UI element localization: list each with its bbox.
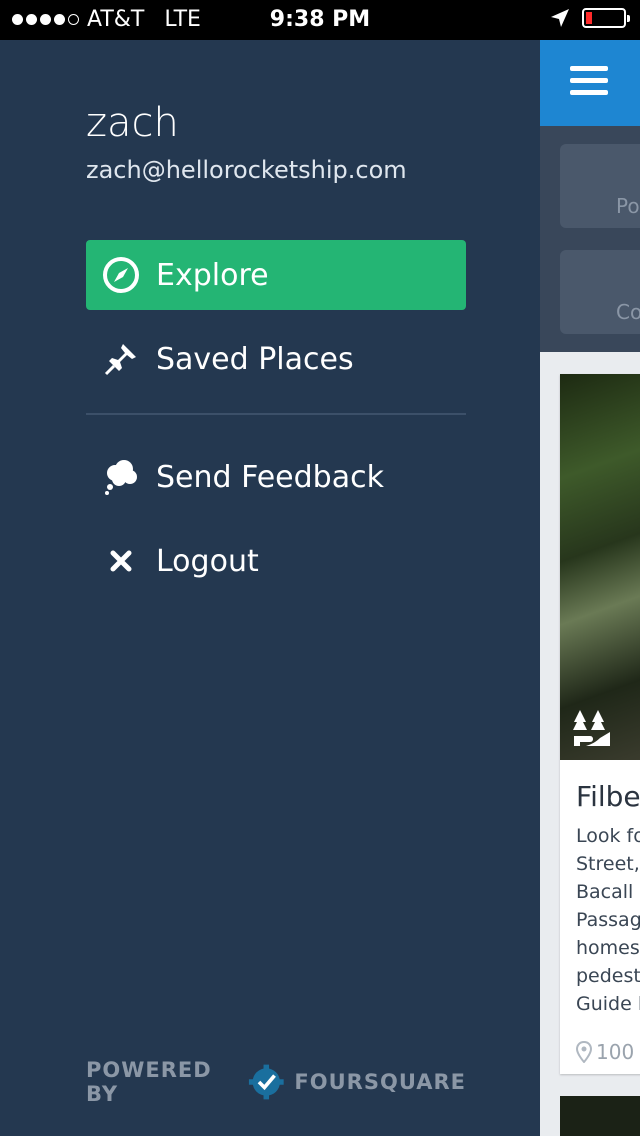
- menu-item-label: Logout: [156, 543, 259, 579]
- location-pin-icon: [576, 1041, 592, 1063]
- distance-value: 100: [596, 1040, 635, 1064]
- place-distance: 100: [576, 1040, 634, 1064]
- powered-by-foursquare[interactable]: POWERED BY FOURSQUARE: [86, 1058, 466, 1106]
- filter-button-label: Co: [616, 300, 640, 324]
- thought-bubble-icon: [105, 460, 137, 495]
- filter-button[interactable]: Co: [560, 250, 640, 334]
- park-icon: [573, 710, 610, 746]
- battery-icon: [582, 8, 630, 28]
- menu-item-saved-places[interactable]: Saved Places: [86, 324, 466, 394]
- menu-item-label: Explore: [156, 257, 269, 293]
- place-description: Look fo Street, Bacall i Passag homes pe…: [576, 825, 640, 1015]
- compass-icon: [103, 257, 139, 293]
- place-photo: [560, 374, 640, 760]
- menu-item-explore[interactable]: Explore: [86, 240, 466, 310]
- top-bar: [540, 40, 640, 126]
- status-bar: AT&T LTE 9:38 PM: [0, 0, 640, 40]
- place-card[interactable]: [560, 1096, 640, 1136]
- menu-item-label: Saved Places: [156, 341, 354, 377]
- status-time: 9:38 PM: [269, 7, 371, 32]
- menu-item-logout[interactable]: Logout: [86, 526, 466, 596]
- menu-item-send-feedback[interactable]: Send Feedback: [86, 442, 466, 512]
- menu-divider: [86, 413, 466, 415]
- foursquare-brand-label: FOURSQUARE: [294, 1070, 466, 1094]
- foursquare-logo-icon: [248, 1064, 284, 1100]
- filter-area: Po Co: [540, 126, 640, 352]
- hamburger-menu-icon[interactable]: [570, 66, 608, 102]
- place-title: Filber: [576, 780, 640, 813]
- side-drawer: zach zach@hellorocketship.com Explore Sa…: [0, 40, 540, 1136]
- user-name: zach: [86, 100, 179, 146]
- filter-button-label: Po: [616, 194, 640, 218]
- place-card[interactable]: Filber Look fo Street, Bacall i Passag h…: [560, 374, 640, 1074]
- main-content: Po Co Filber Look fo Street, Bacall i Pa…: [540, 40, 640, 1136]
- location-arrow-icon: [551, 9, 569, 27]
- close-icon: [110, 550, 132, 572]
- user-email: zach@hellorocketship.com: [86, 156, 407, 184]
- powered-by-label: POWERED BY: [86, 1058, 212, 1106]
- pin-icon: [104, 344, 136, 376]
- filter-button[interactable]: Po: [560, 144, 640, 228]
- menu-item-label: Send Feedback: [156, 459, 384, 495]
